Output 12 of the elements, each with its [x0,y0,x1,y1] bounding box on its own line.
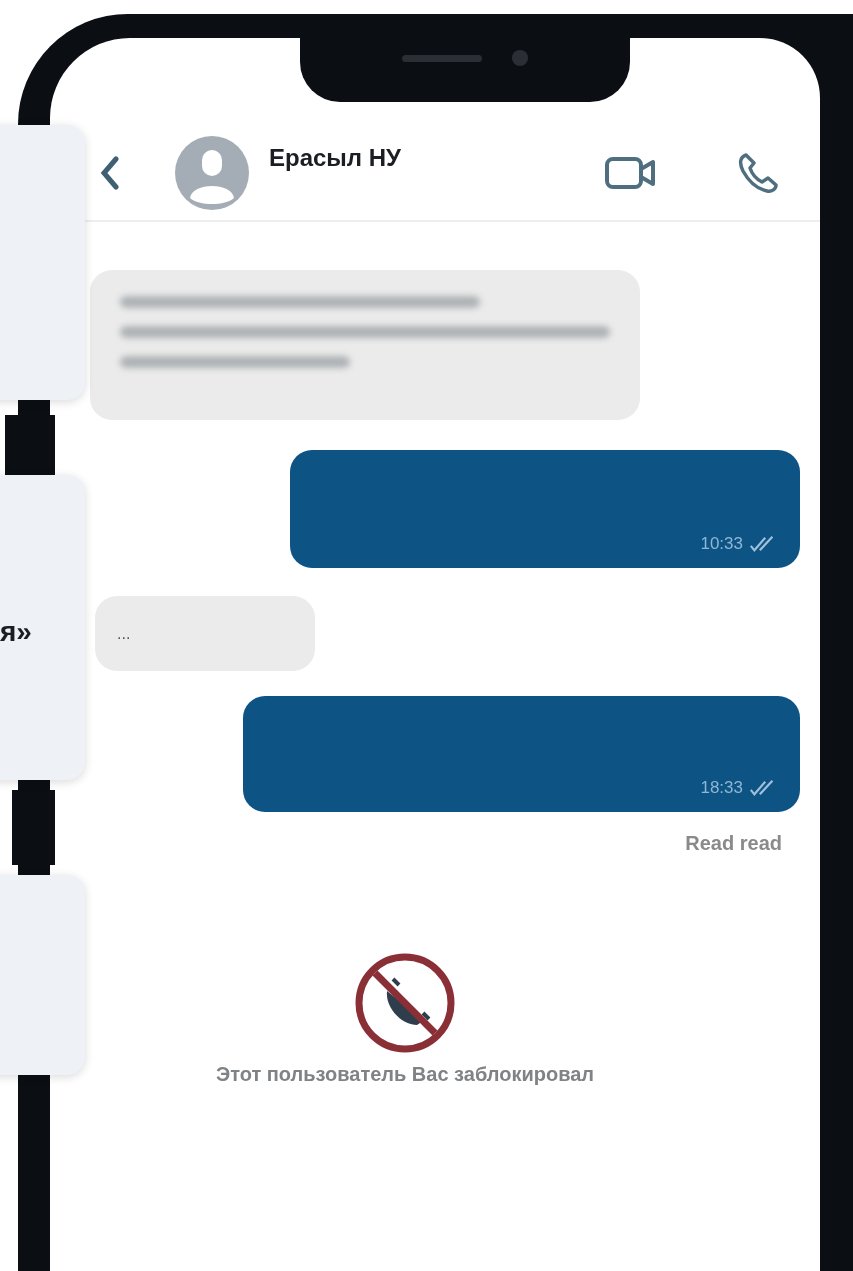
message-time: 18:33 [700,778,743,798]
blocked-call-icon [353,951,457,1055]
contact-name: Ерасыл НУ [269,144,402,172]
back-icon[interactable] [100,156,120,190]
message-text: ... [117,624,131,643]
video-call-icon[interactable] [604,156,658,190]
message-time: 10:33 [700,534,743,554]
card-text: я» [0,615,32,648]
phone-call-icon[interactable] [736,151,780,195]
blocked-notice: Этот пользователь Вас заблокировал [215,1063,595,1086]
read-status: Read read [685,832,782,855]
avatar-icon [175,136,249,210]
